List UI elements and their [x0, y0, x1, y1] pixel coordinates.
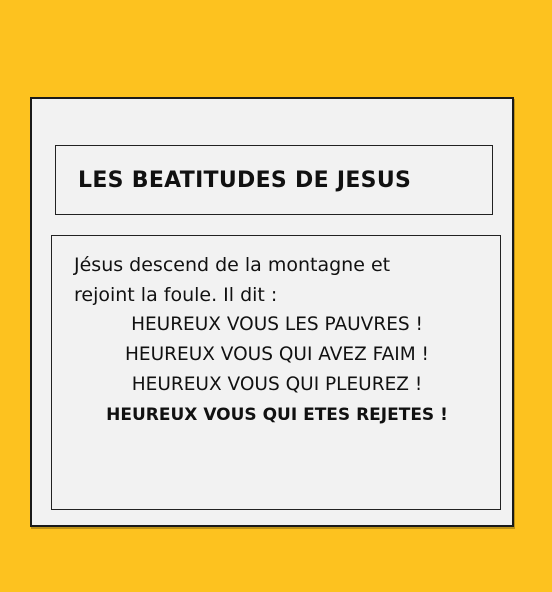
page-title: LES BEATITUDES DE JESUS: [78, 167, 412, 193]
intro-line: Jésus descend de la montagne et: [74, 254, 391, 276]
comic-panel: LES BEATITUDES DE JESUS Jésus descend de…: [30, 97, 514, 527]
title-box: LES BEATITUDES DE JESUS: [55, 145, 493, 215]
beatitude-line: HEUREUX VOUS QUI AVEZ FAIM !: [125, 344, 429, 365]
beatitude-line: HEUREUX VOUS QUI PLEUREZ !: [131, 374, 423, 395]
intro-line: rejoint la foule. Il dit :: [74, 284, 278, 306]
beatitudes-list: HEUREUX VOUS LES PAUVRES ! HEUREUX VOUS …: [52, 310, 502, 430]
text-box: Jésus descend de la montagne et rejoint …: [51, 235, 501, 510]
intro-text: Jésus descend de la montagne et rejoint …: [74, 250, 484, 310]
beatitude-line: HEUREUX VOUS LES PAUVRES !: [131, 314, 423, 335]
beatitude-line: HEUREUX VOUS QUI ETES REJETES !: [106, 405, 448, 425]
